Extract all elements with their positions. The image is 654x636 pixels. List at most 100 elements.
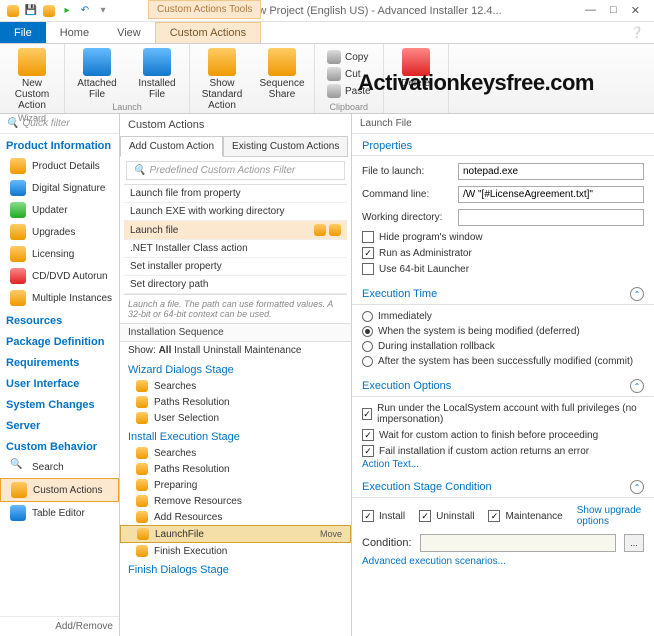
installed-file-button[interactable]: Installed File [129,46,185,102]
tab-home[interactable]: Home [46,22,103,43]
show-all[interactable]: All [159,345,172,356]
advanced-scenarios-link[interactable]: Advanced execution scenarios... [362,556,644,567]
stage-item[interactable]: Finish Execution [120,543,351,559]
action-text-link[interactable]: Action Text... [362,459,644,470]
maximize-icon[interactable]: □ [610,4,617,17]
stage-item-launchfile[interactable]: LaunchFileMove [120,525,351,543]
stage-item[interactable]: Preparing [120,477,351,493]
nav-table-editor[interactable]: Table Editor [0,502,119,524]
command-line-input[interactable] [458,186,644,203]
run-as-admin-checkbox[interactable] [362,247,374,259]
nav-updater[interactable]: Updater [0,199,119,221]
ca-launch-file-from-property[interactable]: Launch file from property [124,185,347,203]
nav-digital-signature[interactable]: Digital Signature [0,177,119,199]
stage-item[interactable]: Paths Resolution [120,461,351,477]
installation-sequence-title: Installation Sequence [120,323,351,342]
tab-view[interactable]: View [103,22,155,43]
attached-file-button[interactable]: Attached File [69,46,125,102]
collapse-icon[interactable]: ⌃ [630,287,644,301]
nav-section-user-interface[interactable]: User Interface [0,372,119,393]
nav-product-details[interactable]: Product Details [0,155,119,177]
condition-input[interactable] [420,534,616,552]
minimize-icon[interactable]: — [585,4,596,17]
nav-section-package-definition[interactable]: Package Definition [0,330,119,351]
stage-wizard-dialogs[interactable]: Wizard Dialogs Stage [120,359,351,378]
esc-install-checkbox[interactable] [362,510,374,522]
stage-item[interactable]: User Selection [120,410,351,426]
nav-section-system-changes[interactable]: System Changes [0,393,119,414]
show-maintenance[interactable]: Maintenance [244,345,301,356]
add-with-sequence-icon[interactable] [314,224,326,236]
exec-time-immediately-radio[interactable] [362,311,373,322]
show-upgrade-options-link[interactable]: Show upgrade options [577,505,644,527]
condition-edit-button[interactable]: ... [624,534,644,552]
tab-custom-actions[interactable]: Custom Actions [155,22,261,43]
nav-upgrades[interactable]: Upgrades [0,221,119,243]
esc-maintenance-checkbox[interactable] [488,510,500,522]
mid-title: Custom Actions [120,114,351,136]
build-icon[interactable] [42,4,56,18]
stage-item[interactable]: Paths Resolution [120,394,351,410]
nav-section-custom-behavior[interactable]: Custom Behavior [0,435,119,456]
ca-net-installer-class[interactable]: .NET Installer Class action [124,240,347,258]
dropdown-icon[interactable]: ▾ [96,4,110,18]
copy-button[interactable]: Copy [323,49,375,65]
sequence-share-button[interactable]: Sequence Share [254,46,310,113]
fail-on-error-checkbox[interactable] [362,445,374,457]
tab-add-custom-action[interactable]: Add Custom Action [120,136,223,157]
undo-icon[interactable]: ↶ [78,4,92,18]
section-execution-time: Execution Time⌃ [352,281,654,305]
nav-search[interactable]: 🔍Search [0,456,119,478]
nav-add-remove[interactable]: Add/Remove [0,616,119,636]
move-button[interactable]: Move [320,529,342,539]
new-custom-action-button[interactable]: New Custom Action [4,46,60,113]
use-64bit-checkbox[interactable] [362,263,374,275]
nav-cd-dvd-autorun[interactable]: CD/DVD Autorun [0,265,119,287]
nav-section-product-information[interactable]: Product Information [0,134,119,155]
show-uninstall[interactable]: Uninstall [203,345,241,356]
watermark: Activationkeysfree.com [358,70,594,96]
exec-time-rollback-radio[interactable] [362,341,373,352]
save-icon[interactable]: 💾 [24,4,38,18]
esc-uninstall-checkbox[interactable] [419,510,431,522]
nav-licensing[interactable]: Licensing [0,243,119,265]
file-to-launch-input[interactable] [458,163,644,180]
collapse-icon[interactable]: ⌃ [630,379,644,393]
close-icon[interactable]: ✕ [631,4,640,17]
nav-section-requirements[interactable]: Requirements [0,351,119,372]
ca-set-installer-property[interactable]: Set installer property [124,258,347,276]
tab-file[interactable]: File [0,22,46,43]
nav-section-resources[interactable]: Resources [0,309,119,330]
custom-actions-filter-input[interactable]: 🔍Predefined Custom Actions Filter [126,161,345,180]
exec-time-commit-radio[interactable] [362,356,373,367]
stage-item[interactable]: Searches [120,445,351,461]
tab-existing-custom-actions[interactable]: Existing Custom Actions [223,136,348,157]
stage-item[interactable]: Remove Resources [120,493,351,509]
help-icon[interactable]: ❔ [620,22,654,43]
stage-finish-dialogs[interactable]: Finish Dialogs Stage [120,559,351,578]
context-tab-label: Custom Actions Tools [148,0,261,19]
working-directory-input[interactable] [458,209,644,226]
run-icon[interactable]: ▸ [60,4,74,18]
section-execution-stage-condition: Execution Stage Condition⌃ [352,474,654,498]
ca-set-directory-path[interactable]: Set directory path [124,276,347,294]
stage-item[interactable]: Searches [120,378,351,394]
stage-item[interactable]: Add Resources [120,509,351,525]
stage-install-execution[interactable]: Install Execution Stage [120,426,351,445]
search-icon: 🔍 [133,165,145,176]
search-icon: 🔍 [6,118,18,129]
collapse-icon[interactable]: ⌃ [630,480,644,494]
hide-window-checkbox[interactable] [362,231,374,243]
nav-multiple-instances[interactable]: Multiple Instances [0,287,119,309]
add-without-sequence-icon[interactable] [329,224,341,236]
show-standard-action-button[interactable]: Show Standard Action [194,46,250,113]
exec-time-deferred-radio[interactable] [362,326,373,337]
run-localsystem-checkbox[interactable] [362,408,372,420]
wait-finish-checkbox[interactable] [362,429,374,441]
ca-launch-exe-working-dir[interactable]: Launch EXE with working directory [124,203,347,221]
ca-launch-file[interactable]: Launch file [124,221,347,240]
nav-section-server[interactable]: Server [0,414,119,435]
nav-custom-actions[interactable]: Custom Actions [0,478,119,502]
show-install[interactable]: Install [174,345,200,356]
search-icon: 🔍 [10,459,26,475]
